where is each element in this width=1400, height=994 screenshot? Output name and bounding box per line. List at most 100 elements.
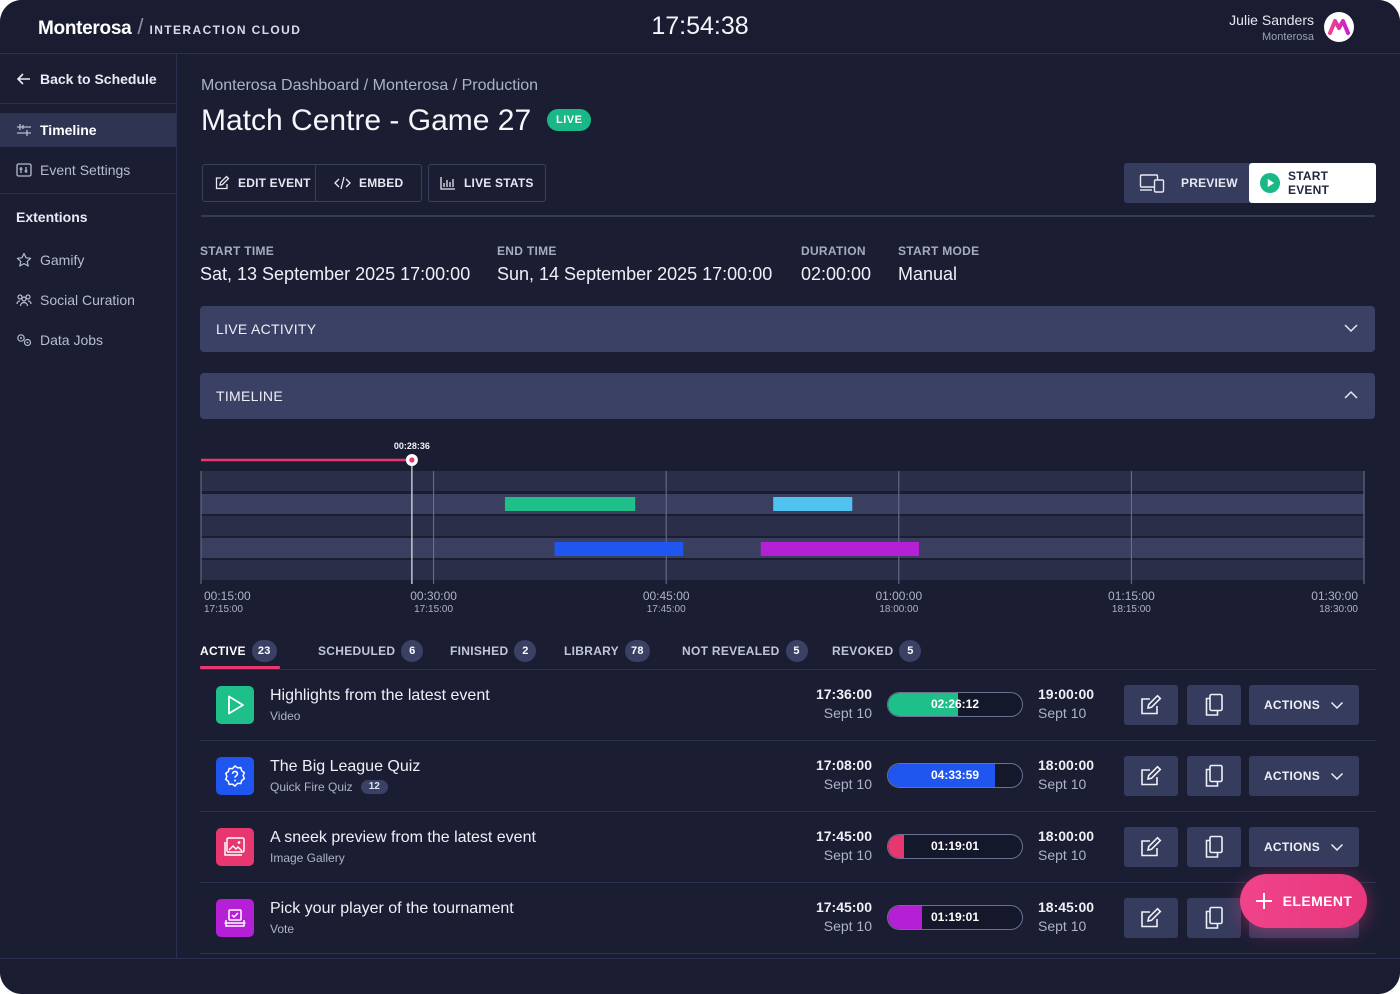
start-date: Sept 10: [823, 705, 872, 721]
elapsed-time: 02:26:12: [930, 697, 980, 711]
tab-not-revealed[interactable]: NOT REVEALED 5: [682, 640, 808, 662]
timeline-lane: [201, 516, 1364, 536]
elapsed-progress-bar: 01:19:01: [887, 905, 1023, 930]
timeline-tick-clock: 18:15:00: [1112, 604, 1151, 615]
element-tabs: ACTIVE 23 SCHEDULED 6 FINISHED 2 LIBRARY…: [200, 636, 1376, 670]
tab-label: SCHEDULED: [318, 644, 396, 658]
chevron-down-icon: [1331, 701, 1344, 710]
edit-element-button[interactable]: [1124, 827, 1178, 867]
clock-text: 17:54:38: [651, 12, 749, 40]
timeline-element-bar[interactable]: [504, 497, 636, 511]
start-time-value: Sat, 13 September 2025 17:00:00: [200, 264, 471, 284]
user-name: Julie Sanders: [1229, 12, 1314, 28]
playhead-dot: [409, 457, 415, 463]
embed-button[interactable]: EMBED: [315, 164, 423, 202]
live-stats-label: LIVE STATS: [464, 176, 534, 190]
timeline-tick-label: 01:00:00: [875, 589, 922, 603]
timeline-panel-toggle[interactable]: TIMELINE: [200, 373, 1375, 419]
sidebar-item-data-jobs[interactable]: Data Jobs: [0, 320, 176, 360]
actions-dropdown[interactable]: ACTIONS: [1249, 756, 1359, 796]
start-event-button[interactable]: START EVENT: [1249, 163, 1376, 203]
star-icon: [16, 252, 32, 267]
actions-label: ACTIONS: [1263, 840, 1321, 854]
arrow-left-icon: [16, 72, 30, 85]
actions-label: ACTIONS: [1263, 769, 1321, 783]
timeline-tick-clock: 17:45:00: [647, 604, 686, 615]
timeline-element-bar[interactable]: [554, 542, 684, 556]
timeline-chart[interactable]: 00:15:0017:15:0000:30:0017:15:0000:45:00…: [200, 434, 1376, 624]
timeline-tick-clock: 17:15:00: [204, 604, 243, 615]
timeline-element-bar[interactable]: [760, 542, 919, 556]
end-time-value: Sun, 14 September 2025 17:00:00: [497, 264, 773, 284]
tab-label: ACTIVE: [200, 644, 246, 658]
duration-label: DURATION: [801, 244, 866, 258]
avatar[interactable]: [1324, 12, 1354, 42]
start-mode-value: Manual: [898, 264, 958, 284]
end-time: 18:00:00: [1038, 828, 1095, 844]
bottom-bar: [0, 958, 1400, 994]
start-time: 17:36:00: [815, 686, 872, 702]
element-title: Pick your player of the tournament: [270, 900, 514, 917]
elapsed-progress-bar: 02:26:12: [887, 692, 1023, 717]
duplicate-element-button[interactable]: [1187, 756, 1241, 796]
end-date: Sept 10: [1038, 705, 1087, 721]
tab-library[interactable]: LIBRARY 78: [564, 640, 650, 662]
brand-logo[interactable]: Monterosa / INTERACTION CLOUD: [38, 14, 301, 40]
panel-title: LIVE ACTIVITY: [216, 321, 317, 337]
sidebar-item-event-settings[interactable]: Event Settings: [0, 150, 176, 190]
add-element-button[interactable]: ELEMENT: [1240, 874, 1367, 928]
play-circle-icon: [1260, 172, 1281, 194]
edit-element-button[interactable]: [1124, 685, 1178, 725]
chevron-down-icon: [1344, 324, 1358, 333]
start-time-label: START TIME: [200, 244, 275, 258]
tab-revoked[interactable]: REVOKED 5: [832, 640, 922, 662]
active-tab-indicator: [200, 666, 280, 669]
tab-count: 5: [785, 640, 808, 662]
end-date: Sept 10: [1038, 918, 1087, 934]
tab-finished[interactable]: FINISHED 2: [450, 640, 537, 662]
sidebar-item-timeline[interactable]: Timeline: [0, 113, 176, 147]
tab-count: 2: [514, 640, 537, 662]
edit-icon: [1141, 907, 1162, 928]
tab-active[interactable]: ACTIVE 23: [200, 640, 277, 662]
chevron-down-icon: [1331, 843, 1344, 852]
element-title: The Big League Quiz: [270, 758, 421, 775]
breadcrumb[interactable]: Monterosa Dashboard / Monterosa / Produc…: [201, 77, 538, 95]
actions-dropdown[interactable]: ACTIONS: [1249, 827, 1359, 867]
start-date: Sept 10: [823, 776, 872, 792]
list-item[interactable]: The Big League Quiz Quick Fire Quiz 12 1…: [200, 741, 1376, 812]
preview-button[interactable]: PREVIEW: [1124, 163, 1253, 203]
live-activity-panel-toggle[interactable]: LIVE ACTIVITY: [200, 306, 1375, 352]
edit-icon: [1141, 836, 1162, 857]
edit-element-button[interactable]: [1124, 756, 1178, 796]
back-to-schedule-link[interactable]: Back to Schedule: [0, 54, 176, 104]
list-item[interactable]: A sneek preview from the latest event Im…: [200, 812, 1376, 883]
tab-scheduled[interactable]: SCHEDULED 6: [318, 640, 424, 662]
sidebar-item-label: Data Jobs: [40, 332, 104, 348]
start-date: Sept 10: [823, 918, 872, 934]
edit-icon: [215, 175, 230, 190]
element-title: A sneek preview from the latest event: [270, 829, 536, 846]
sidebar-item-social-curation[interactable]: Social Curation: [0, 280, 176, 320]
playhead-label: 00:28:36: [394, 441, 430, 451]
elapsed-time: 01:19:01: [930, 839, 980, 853]
actions-dropdown[interactable]: ACTIONS: [1249, 685, 1359, 725]
sidebar-item-gamify[interactable]: Gamify: [0, 240, 176, 280]
user-info[interactable]: Julie Sanders Monterosa: [1229, 12, 1314, 43]
duplicate-element-button[interactable]: [1187, 827, 1241, 867]
header-divider: [201, 215, 1375, 217]
edit-element-button[interactable]: [1124, 898, 1178, 938]
duplicate-element-button[interactable]: [1187, 898, 1241, 938]
list-item[interactable]: Highlights from the latest event Video 1…: [200, 670, 1376, 741]
list-item[interactable]: Pick your player of the tournament Vote …: [200, 883, 1376, 954]
live-stats-button[interactable]: LIVE STATS: [428, 164, 546, 202]
timeline-element-bar[interactable]: [773, 497, 853, 511]
edit-event-button[interactable]: EDIT EVENT: [202, 164, 323, 202]
duplicate-element-button[interactable]: [1187, 685, 1241, 725]
copy-icon: [1205, 693, 1223, 716]
user-org: Monterosa: [1262, 31, 1314, 43]
tab-count: 5: [899, 640, 922, 662]
start-date: Sept 10: [823, 847, 872, 863]
bar-chart-icon: [440, 177, 455, 190]
element-type: Video: [270, 709, 300, 723]
